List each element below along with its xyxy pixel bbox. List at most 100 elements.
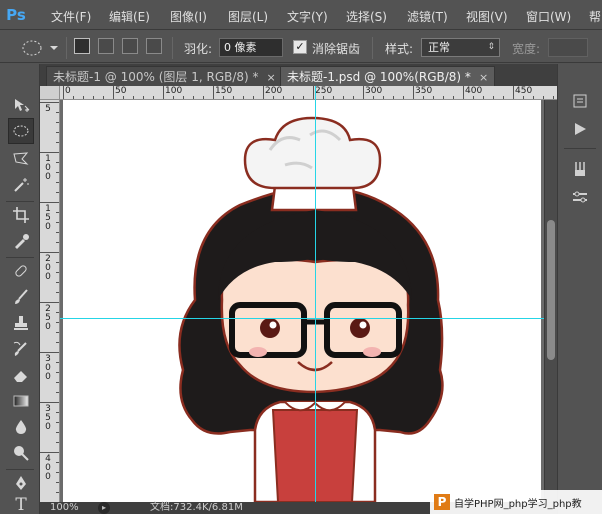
menu-view[interactable]: 视图(V) <box>466 8 508 25</box>
ruler-minor-tick <box>56 242 59 243</box>
ruler-minor-tick <box>56 132 59 133</box>
history-brush-icon[interactable] <box>8 336 34 362</box>
elliptical-marquee-icon[interactable] <box>8 118 34 144</box>
lasso-icon[interactable] <box>8 146 34 172</box>
ruler-minor-tick <box>56 272 59 273</box>
tool-presets-icon[interactable] <box>568 186 592 208</box>
scrollbar-thumb[interactable] <box>547 220 555 360</box>
ruler-minor-tick <box>56 212 59 213</box>
history-icon[interactable] <box>568 90 592 112</box>
style-label: 样式: <box>385 42 414 56</box>
style-select[interactable]: 正常 ⇕ <box>421 38 500 57</box>
watermark-logo: P <box>434 494 450 510</box>
horizontal-guide[interactable] <box>60 318 544 319</box>
ruler-origin[interactable] <box>40 86 60 100</box>
crop-icon[interactable] <box>8 202 34 228</box>
add-to-selection-button[interactable] <box>98 38 114 54</box>
menu-window[interactable]: 窗口(W) <box>526 8 571 25</box>
eraser-icon[interactable] <box>8 362 34 388</box>
canvas-area[interactable] <box>60 100 544 502</box>
ruler-minor-tick <box>273 96 274 99</box>
close-icon[interactable]: × <box>267 71 276 84</box>
tab-layer1[interactable]: 未标题-1 @ 100% (图层 1, RGB/8) * × <box>46 66 283 86</box>
clone-stamp-icon[interactable] <box>8 310 34 336</box>
chef-girl-illustration <box>178 116 444 502</box>
photoshop-logo[interactable]: Ps <box>4 4 28 26</box>
vertical-scrollbar[interactable] <box>544 100 557 502</box>
ruler-minor-tick <box>56 182 59 183</box>
ruler-tick <box>40 102 59 103</box>
menu-layer[interactable]: 图层(L) <box>228 8 268 25</box>
new-selection-button[interactable] <box>74 38 90 54</box>
ruler-tick <box>163 86 164 99</box>
ruler-minor-tick <box>483 96 484 99</box>
feather-input[interactable]: 0 像素 <box>219 38 283 57</box>
document-size: 文档:732.4K/6.81M <box>150 502 243 513</box>
ruler-minor-tick <box>56 342 59 343</box>
ruler-tick <box>40 352 59 353</box>
ruler-minor-tick <box>303 96 304 99</box>
actions-play-icon[interactable] <box>568 118 592 140</box>
ruler-tick <box>40 302 59 303</box>
type-icon[interactable]: T <box>8 492 34 514</box>
subtract-from-selection-button[interactable] <box>122 38 138 54</box>
close-icon[interactable]: × <box>479 71 488 84</box>
ruler-label: 150 <box>45 204 51 232</box>
ruler-minor-tick <box>193 96 194 99</box>
ruler-minor-tick <box>56 332 59 333</box>
ruler-minor-tick <box>56 462 59 463</box>
menu-filter[interactable]: 滤镜(T) <box>407 8 448 25</box>
ruler-minor-tick <box>56 492 59 493</box>
width-input[interactable] <box>548 38 588 57</box>
document-tabs: 未标题-1 @ 100% (图层 1, RGB/8) * × 未标题-1.psd … <box>40 64 557 86</box>
gradient-icon[interactable] <box>8 388 34 414</box>
menu-image[interactable]: 图像(I) <box>170 8 207 25</box>
ruler-minor-tick <box>433 96 434 99</box>
ruler-label: 300 <box>45 354 51 382</box>
watermark-text: 自学PHP网_php学习_php教 <box>454 498 582 510</box>
eyedropper-icon[interactable] <box>8 228 34 254</box>
ruler-minor-tick <box>56 312 59 313</box>
ruler-minor-tick <box>56 432 59 433</box>
tab-label: 未标题-1.psd @ 100%(RGB/8) * <box>287 70 471 84</box>
ruler-minor-tick <box>383 96 384 99</box>
options-bar: 羽化: 0 像素 ✓ 消除锯齿 样式: 正常 ⇕ 宽度: <box>0 31 602 63</box>
ruler-tick <box>40 202 59 203</box>
vertical-guide[interactable] <box>315 86 316 502</box>
menu-file[interactable]: 文件(F) <box>51 8 91 25</box>
ruler-minor-tick <box>493 96 494 99</box>
tab-psd[interactable]: 未标题-1.psd @ 100%(RGB/8) * × <box>280 66 496 86</box>
menu-select[interactable]: 选择(S) <box>346 8 387 25</box>
zoom-level[interactable]: 100% <box>50 502 79 514</box>
blur-icon[interactable] <box>8 414 34 440</box>
ruler-minor-tick <box>56 112 59 113</box>
brush-presets-icon[interactable] <box>568 158 592 180</box>
magic-wand-icon[interactable] <box>8 172 34 198</box>
intersect-selection-button[interactable] <box>146 38 162 54</box>
ruler-label: 300 <box>365 86 383 96</box>
ruler-minor-tick <box>203 96 204 99</box>
status-menu-icon[interactable]: ▸ <box>98 502 110 514</box>
menu-type[interactable]: 文字(Y) <box>287 8 328 25</box>
antialias-checkbox[interactable]: ✓ <box>293 40 307 54</box>
horizontal-ruler[interactable]: 050100150200250300350400450500 <box>60 86 557 100</box>
menu-help[interactable]: 帮 <box>589 8 601 25</box>
ruler-minor-tick <box>453 96 454 99</box>
ruler-minor-tick <box>56 372 59 373</box>
ruler-label: 400 <box>45 454 51 482</box>
brush-icon[interactable] <box>8 284 34 310</box>
menu-edit[interactable]: 编辑(E) <box>109 8 150 25</box>
ruler-label: 200 <box>265 86 283 96</box>
elliptical-marquee-preset-icon <box>22 40 58 56</box>
ruler-minor-tick <box>103 96 104 99</box>
ruler-minor-tick <box>56 162 59 163</box>
ruler-minor-tick <box>56 322 59 323</box>
document-canvas[interactable] <box>63 100 541 502</box>
dodge-icon[interactable] <box>8 440 34 466</box>
vertical-ruler[interactable]: 5 100 150 200 250 300 350 400 <box>40 100 60 502</box>
move-icon[interactable] <box>8 92 34 118</box>
healing-brush-icon[interactable] <box>8 258 34 284</box>
tool-preset-picker[interactable] <box>12 37 62 59</box>
ruler-minor-tick <box>56 292 59 293</box>
ruler-minor-tick <box>56 172 59 173</box>
